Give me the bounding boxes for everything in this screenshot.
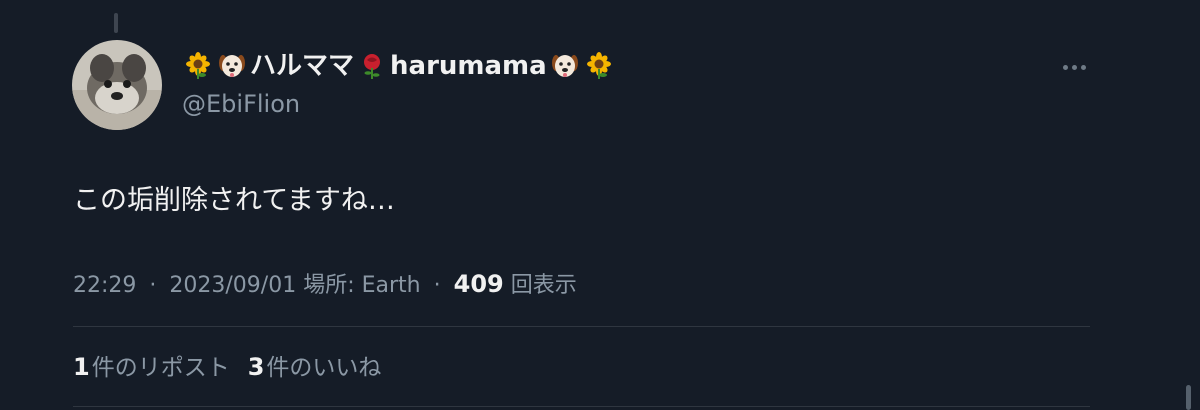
more-horizontal-icon-dot bbox=[1080, 64, 1086, 70]
likes-count: 3 bbox=[247, 353, 265, 381]
tweet-location: 場所: Earth bbox=[303, 273, 421, 298]
divider bbox=[73, 326, 1090, 327]
display-name-latin-text: harumama bbox=[390, 51, 547, 81]
rose-emoji-icon bbox=[358, 52, 386, 80]
avatar-image bbox=[72, 40, 162, 130]
avatar[interactable] bbox=[72, 40, 162, 130]
likes-label: 件のいいね bbox=[266, 355, 382, 381]
more-horizontal-icon bbox=[1062, 64, 1068, 70]
user-handle[interactable]: @EbiFlion bbox=[182, 88, 300, 120]
separator: · bbox=[149, 273, 157, 298]
display-name[interactable]: ハルママ harumama bbox=[182, 48, 615, 84]
sunflower-emoji-icon bbox=[585, 52, 613, 80]
tweet-time[interactable]: 22:29 bbox=[73, 273, 136, 298]
views-count: 409 bbox=[453, 270, 504, 298]
views-label: 回表示 bbox=[510, 273, 577, 298]
tweet-text: この垢削除されてますね… bbox=[73, 185, 395, 216]
scrollbar-thumb[interactable] bbox=[1186, 385, 1191, 410]
tweet-date[interactable]: 2023/09/01 bbox=[169, 273, 296, 298]
reposts-count: 1 bbox=[73, 353, 90, 381]
more-horizontal-icon-dot bbox=[1071, 64, 1077, 70]
sunflower-emoji-icon bbox=[184, 52, 212, 80]
display-name-text: ハルママ bbox=[250, 51, 355, 81]
separator: · bbox=[433, 273, 441, 298]
dog-face-emoji-icon bbox=[551, 52, 579, 80]
likes-link[interactable]: 3件のいいね bbox=[248, 350, 382, 385]
divider bbox=[73, 406, 1090, 407]
reposts-label: 件のリポスト bbox=[91, 355, 230, 381]
tweet-meta: 22:29 · 2023/09/01 場所: Earth · 409 回表示 bbox=[73, 268, 577, 302]
thread-connector-line bbox=[114, 13, 118, 33]
dog-face-emoji-icon bbox=[218, 52, 246, 80]
reposts-link[interactable]: 1件のリポスト bbox=[73, 350, 230, 385]
engagement-stats: 1件のリポスト 3件のいいね bbox=[73, 350, 381, 385]
more-options-button[interactable] bbox=[1055, 55, 1093, 79]
